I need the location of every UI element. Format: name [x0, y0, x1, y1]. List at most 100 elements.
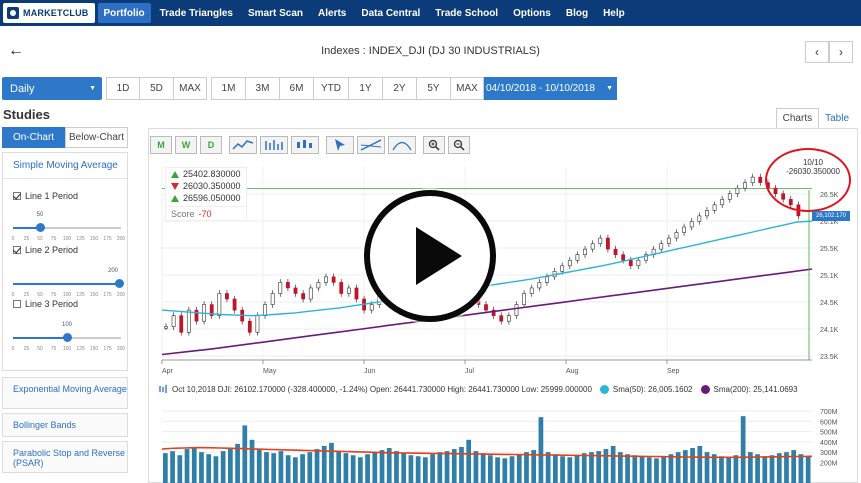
range-5d-button[interactable]: 5D — [139, 77, 173, 100]
candle-body — [354, 287, 359, 300]
range-1d-button[interactable]: 1D — [106, 77, 139, 100]
study-ema[interactable]: Exponential Moving Average — [2, 377, 128, 409]
zoom-out-icon[interactable] — [448, 136, 470, 154]
line-chart-icon[interactable] — [229, 136, 257, 154]
volume-bar — [610, 445, 616, 483]
candle-body — [659, 243, 664, 250]
video-play-button[interactable] — [364, 190, 496, 322]
x-tick-label: Aug — [566, 368, 579, 375]
line2-toggle[interactable]: Line 2 Period — [13, 245, 78, 255]
range-ytd-button[interactable]: YTD — [313, 77, 348, 100]
line2-slider-thumb[interactable] — [115, 279, 124, 288]
volume-bar — [358, 457, 363, 483]
sma-panel: Simple Moving Average Line 1 Period 50 0… — [2, 152, 128, 371]
nav-trade-triangles[interactable]: Trade Triangles — [154, 3, 239, 23]
candlestick-icon[interactable] — [291, 136, 319, 154]
volume-bar — [697, 445, 703, 483]
caret-down-icon: ▼ — [606, 85, 613, 92]
candle-body — [339, 282, 344, 294]
up-triangle-icon — [171, 170, 179, 178]
fibonacci-icon[interactable] — [388, 136, 416, 154]
candle-body — [232, 298, 237, 311]
candle-body — [499, 315, 504, 322]
volume-bar — [430, 454, 435, 483]
range-max-long-button[interactable]: MAX — [450, 77, 484, 100]
line3-toggle[interactable]: Line 3 Period — [13, 299, 78, 309]
range-2y-button[interactable]: 2Y — [382, 77, 416, 100]
candle-body — [247, 320, 252, 333]
volume-bar — [473, 451, 479, 483]
top-nav: MARKETCLUB Portfolio Trade Triangles Sma… — [0, 0, 861, 26]
sma200-readout: Sma(200): 25,141.0693 — [713, 384, 798, 394]
nav-smart-scan[interactable]: Smart Scan — [242, 3, 309, 23]
tab-table[interactable]: Table — [819, 108, 855, 128]
nav-blog[interactable]: Blog — [560, 3, 594, 23]
volume-bar — [740, 416, 746, 483]
volume-bar — [401, 453, 407, 483]
volume-bar — [271, 453, 277, 483]
next-symbol-button[interactable]: › — [829, 41, 853, 63]
candle-body — [613, 248, 618, 255]
volume-bar — [300, 454, 305, 483]
nav-data-central[interactable]: Data Central — [355, 3, 426, 23]
nav-help[interactable]: Help — [597, 3, 631, 23]
y-tick-label: 25.1K — [820, 273, 839, 280]
tab-below-chart[interactable]: Below-Chart — [65, 127, 128, 148]
study-bollinger[interactable]: Bollinger Bands — [2, 413, 128, 437]
volume-bar — [437, 452, 443, 483]
volume-y-label: 500M — [820, 430, 838, 437]
candle-body — [583, 248, 587, 255]
study-psar[interactable]: Parabolic Stop and Reverse (PSAR) — [2, 441, 128, 473]
ohlc-readout: Oct 10,2018 DJI: 26102.170000 (-328.4000… — [172, 384, 592, 394]
candle-body — [186, 309, 191, 333]
nav-alerts[interactable]: Alerts — [312, 3, 352, 23]
interval-dropdown[interactable]: Daily ▼ — [2, 77, 102, 100]
volume-bar — [560, 456, 565, 483]
tab-on-chart[interactable]: On-Chart — [2, 127, 65, 148]
prev-symbol-button[interactable]: ‹ — [805, 41, 829, 63]
range-6m-button[interactable]: 6M — [279, 77, 313, 100]
volume-chart[interactable]: 700M 600M 500M 400M 300M 200M — [148, 405, 858, 483]
candle-body — [621, 254, 626, 261]
line2-slider[interactable]: 200 0 25 50 75 100 125 150 175 200 — [12, 268, 126, 298]
weekly-triangle-button[interactable]: W — [175, 136, 197, 154]
tab-charts[interactable]: Charts — [775, 108, 820, 128]
volume-bar — [343, 453, 349, 483]
range-1y-button[interactable]: 1Y — [348, 77, 382, 100]
line1-slider-thumb[interactable] — [36, 223, 45, 232]
bar-chart-icon[interactable] — [260, 136, 288, 154]
volume-bar — [603, 449, 609, 483]
volume-bar — [683, 450, 688, 483]
price-chart[interactable]: 26.5K26.1K25.5K25.1K24.5K24.1K23.5KApr Ma… — [148, 160, 858, 380]
range-1m-button[interactable]: 1M — [211, 77, 245, 100]
zoom-in-icon[interactable] — [423, 136, 445, 154]
candle-body — [225, 293, 229, 300]
line1-value: 50 — [36, 212, 44, 218]
line3-slider[interactable]: 100 0 25 50 75 100 125 150 175 200 — [12, 322, 126, 352]
line3-checkbox[interactable] — [13, 300, 21, 308]
volume-bar — [509, 456, 515, 483]
range-3m-button[interactable]: 3M — [245, 77, 279, 100]
trendline-icon[interactable] — [357, 136, 385, 154]
date-range-picker[interactable]: 04/10/2018 - 10/10/2018 ▼ — [484, 77, 617, 100]
monthly-triangle-button[interactable]: M — [150, 136, 172, 154]
candle-body — [308, 287, 313, 300]
signals-box: 25402.830000 26030.350000 26596.050000 S… — [165, 167, 247, 221]
line1-slider[interactable]: 50 0 25 50 75 100 125 150 175 200 — [12, 212, 126, 242]
line1-toggle[interactable]: Line 1 Period — [13, 191, 78, 201]
sma-panel-header[interactable]: Simple Moving Average — [3, 153, 127, 179]
nav-trade-school[interactable]: Trade School — [429, 3, 504, 23]
line1-checkbox[interactable] — [13, 192, 21, 200]
marketclub-logo[interactable]: MARKETCLUB — [3, 3, 95, 23]
range-5y-button[interactable]: 5Y — [416, 77, 450, 100]
up-triangle-icon — [171, 194, 179, 202]
line2-checkbox[interactable] — [13, 246, 21, 254]
page-title: Indexes : INDEX_DJI (DJ 30 INDUSTRIALS) — [321, 45, 540, 57]
nav-portfolio[interactable]: Portfolio — [97, 3, 151, 23]
cursor-icon[interactable] — [326, 136, 354, 154]
nav-options[interactable]: Options — [507, 3, 557, 23]
range-max-button[interactable]: MAX — [173, 77, 207, 100]
candle-body — [750, 176, 755, 183]
daily-triangle-button[interactable]: D — [200, 136, 222, 154]
line3-slider-thumb[interactable] — [63, 333, 72, 342]
